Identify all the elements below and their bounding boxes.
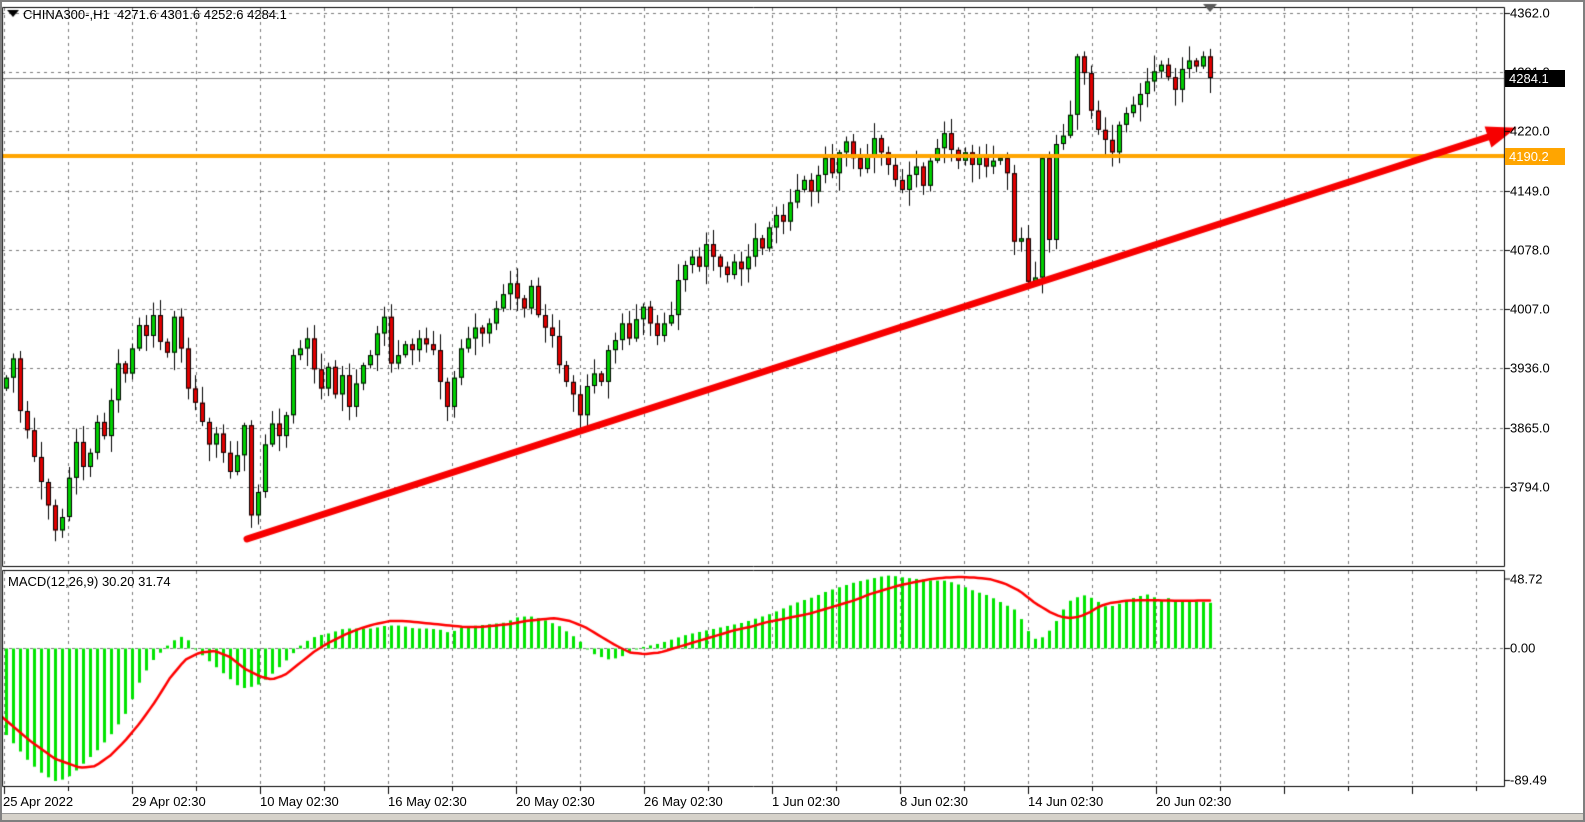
- window-bottom-strip: [0, 813, 1585, 822]
- price-axis-label: 4007.0: [1510, 303, 1550, 316]
- time-axis-label: 20 Jun 02:30: [1156, 795, 1231, 808]
- ohlc-open: 4271.6: [117, 7, 157, 22]
- time-axis-label: 26 May 02:30: [644, 795, 723, 808]
- macd-axis-label: 48.72: [1510, 573, 1543, 586]
- chart-window: CHINA300-,H1 4271.6 4301.6 4252.6 4284.1…: [0, 0, 1585, 822]
- time-axis-label: 1 Jun 02:30: [772, 795, 840, 808]
- chart-title: CHINA300-,H1 4271.6 4301.6 4252.6 4284.1: [23, 8, 287, 21]
- macd-current-value: 30.20: [102, 574, 135, 589]
- symbol-period-label: CHINA300-,H1: [23, 7, 110, 22]
- price-axis-label: 4149.0: [1510, 184, 1550, 197]
- price-axis-label: 4220.0: [1510, 125, 1550, 138]
- macd-name: MACD(12,26,9): [8, 574, 98, 589]
- time-axis-label: 10 May 02:30: [260, 795, 339, 808]
- ohlc-high: 4301.6: [160, 7, 200, 22]
- price-axis-label: 3936.0: [1510, 362, 1550, 375]
- chart-canvas[interactable]: [0, 0, 1585, 822]
- hline-price-tag: 4190.2: [1505, 148, 1565, 165]
- time-axis-label: 14 Jun 02:30: [1028, 795, 1103, 808]
- ohlc-low: 4252.6: [204, 7, 244, 22]
- macd-axis-label: 0.00: [1510, 642, 1535, 655]
- time-axis-label: 16 May 02:30: [388, 795, 467, 808]
- time-axis-label: 25 Apr 2022: [3, 795, 73, 808]
- price-axis-label: 4362.0: [1510, 7, 1550, 20]
- price-axis-label: 4078.0: [1510, 243, 1550, 256]
- price-axis-label: 3865.0: [1510, 421, 1550, 434]
- price-axis-label: 3794.0: [1510, 480, 1550, 493]
- macd-signal-value: 31.74: [138, 574, 171, 589]
- macd-axis-label: -89.49: [1510, 774, 1547, 787]
- time-axis-label: 20 May 02:30: [516, 795, 595, 808]
- time-axis-label: 29 Apr 02:30: [132, 795, 206, 808]
- time-axis-label: 8 Jun 02:30: [900, 795, 968, 808]
- ohlc-close: 4284.1: [247, 7, 287, 22]
- current-price-tag: 4284.1: [1505, 70, 1565, 87]
- macd-indicator-label: MACD(12,26,9) 30.20 31.74: [8, 575, 171, 588]
